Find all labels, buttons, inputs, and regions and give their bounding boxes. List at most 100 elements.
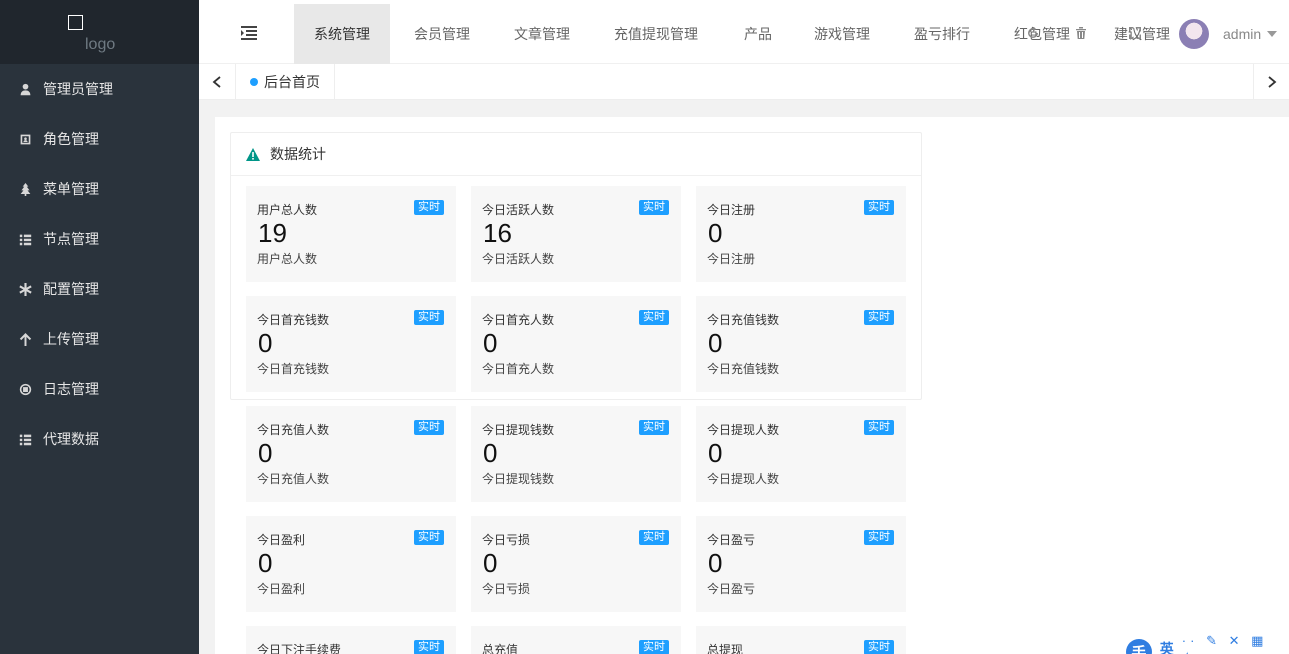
sidebar-item-label: 配置管理 bbox=[43, 281, 99, 297]
bug-icon bbox=[18, 383, 32, 396]
sidebar-item-label: 节点管理 bbox=[43, 231, 99, 247]
stat-card: 今日充值钱数 实时 0 今日充值钱数 bbox=[696, 296, 906, 392]
tab-home-label: 后台首页 bbox=[264, 74, 320, 90]
panel-title: 数据统计 bbox=[270, 146, 326, 162]
realtime-badge: 实时 bbox=[639, 310, 669, 325]
sidebar-item-label: 日志管理 bbox=[43, 381, 99, 397]
card-value: 0 bbox=[708, 218, 723, 248]
tab-scroll-right-button[interactable] bbox=[1253, 64, 1289, 100]
card-title: 今日盈利 bbox=[257, 533, 306, 547]
tab-home[interactable]: 后台首页 bbox=[236, 64, 335, 100]
stat-card: 今日提现人数 实时 0 今日提现人数 bbox=[696, 406, 906, 502]
stat-card: 今日充值人数 实时 0 今日充值人数 bbox=[246, 406, 456, 502]
card-subtitle: 今日提现人数 bbox=[707, 472, 780, 486]
card-value: 0 bbox=[483, 438, 498, 468]
trash-icon[interactable] bbox=[1075, 26, 1087, 39]
top-header: 系统管理 会员管理 文章管理 充值提现管理 产品 游戏管理 盈亏排行 红包管理 … bbox=[199, 0, 1289, 64]
refresh-icon[interactable] bbox=[1027, 26, 1039, 38]
card-value: 0 bbox=[258, 548, 273, 578]
logo[interactable]: logo bbox=[0, 0, 199, 64]
card-title: 今日提现人数 bbox=[707, 423, 780, 437]
menu-toggle-icon[interactable] bbox=[241, 26, 257, 40]
nav-system[interactable]: 系统管理 bbox=[294, 4, 390, 64]
card-title: 总充值 bbox=[482, 643, 519, 654]
sidebar-item-admin[interactable]: 管理员管理 bbox=[0, 64, 199, 114]
fullscreen-icon[interactable] bbox=[1129, 26, 1141, 39]
chevron-left-icon bbox=[212, 76, 221, 88]
realtime-badge: 实时 bbox=[864, 420, 894, 435]
id-card-icon bbox=[18, 133, 32, 146]
active-dot-icon bbox=[250, 78, 258, 86]
sidebar-item-role[interactable]: 角色管理 bbox=[0, 114, 199, 164]
tab-bar: 后台首页 bbox=[199, 64, 1289, 100]
nav-article[interactable]: 文章管理 bbox=[494, 4, 590, 64]
logo-text: logo bbox=[85, 36, 116, 53]
card-subtitle: 今日活跃人数 bbox=[482, 252, 555, 266]
card-title: 用户总人数 bbox=[257, 203, 318, 217]
card-value: 0 bbox=[483, 328, 498, 358]
card-value: 0 bbox=[258, 328, 273, 358]
card-title: 今日亏损 bbox=[482, 533, 531, 547]
stat-card: 今日首充人数 实时 0 今日首充人数 bbox=[471, 296, 681, 392]
nav-ranking[interactable]: 盈亏排行 bbox=[894, 4, 990, 64]
stat-card: 今日下注手续费 实时 bbox=[246, 626, 456, 654]
chevron-right-icon bbox=[1267, 76, 1276, 88]
avatar[interactable] bbox=[1179, 19, 1209, 49]
nav-recharge-withdraw[interactable]: 充值提现管理 bbox=[594, 4, 718, 64]
card-title: 今日注册 bbox=[707, 203, 756, 217]
sidebar-item-menu[interactable]: 菜单管理 bbox=[0, 164, 199, 214]
stat-card: 总提现 实时 bbox=[696, 626, 906, 654]
card-value: 19 bbox=[258, 218, 287, 248]
realtime-badge: 实时 bbox=[639, 420, 669, 435]
tab-scroll-left-button[interactable] bbox=[199, 64, 236, 100]
realtime-badge: 实时 bbox=[414, 640, 444, 654]
card-subtitle: 今日首充人数 bbox=[482, 362, 555, 376]
card-subtitle: 今日亏损 bbox=[482, 582, 531, 596]
nav-suggestion[interactable]: 建议管理 bbox=[1094, 4, 1190, 64]
sidebar-item-config[interactable]: 配置管理 bbox=[0, 264, 199, 314]
sidebar-item-label: 角色管理 bbox=[43, 131, 99, 147]
realtime-badge: 实时 bbox=[864, 530, 894, 545]
card-title: 今日提现钱数 bbox=[482, 423, 555, 437]
user-name[interactable]: admin bbox=[1223, 26, 1261, 42]
nav-game[interactable]: 游戏管理 bbox=[794, 4, 890, 64]
caret-down-icon[interactable] bbox=[1267, 31, 1277, 37]
card-subtitle: 今日首充钱数 bbox=[257, 362, 330, 376]
realtime-badge: 实时 bbox=[864, 200, 894, 215]
realtime-badge: 实时 bbox=[864, 310, 894, 325]
list-icon bbox=[18, 433, 32, 446]
panel-header: 数据统计 bbox=[231, 133, 921, 176]
sidebar-item-log[interactable]: 日志管理 bbox=[0, 364, 199, 414]
sidebar-item-upload[interactable]: 上传管理 bbox=[0, 314, 199, 364]
card-subtitle: 今日盈利 bbox=[257, 582, 306, 596]
sidebar-item-label: 菜单管理 bbox=[43, 181, 99, 197]
card-subtitle: 用户总人数 bbox=[257, 252, 318, 266]
sidebar-item-node[interactable]: 节点管理 bbox=[0, 214, 199, 264]
card-title: 总提现 bbox=[707, 643, 744, 654]
stat-card: 今日提现钱数 实时 0 今日提现钱数 bbox=[471, 406, 681, 502]
card-title: 今日活跃人数 bbox=[482, 203, 555, 217]
card-subtitle: 今日充值钱数 bbox=[707, 362, 780, 376]
nav-product[interactable]: 产品 bbox=[724, 4, 792, 64]
stat-card: 总充值 实时 bbox=[471, 626, 681, 654]
ime-language-toggle[interactable]: 英 bbox=[1160, 639, 1174, 654]
ime-logo-icon[interactable]: 手 bbox=[1126, 639, 1152, 654]
ime-tools[interactable]: ·· ✎ ✕ ▦ ✦ bbox=[1182, 633, 1289, 654]
realtime-badge: 实时 bbox=[639, 530, 669, 545]
nav-member[interactable]: 会员管理 bbox=[394, 4, 490, 64]
stat-card: 用户总人数 实时 19 用户总人数 bbox=[246, 186, 456, 282]
card-value: 0 bbox=[708, 328, 723, 358]
realtime-badge: 实时 bbox=[414, 200, 444, 215]
card-value: 0 bbox=[708, 438, 723, 468]
ime-toolbar[interactable]: 手 英 ·· ✎ ✕ ▦ ✦ bbox=[1126, 633, 1289, 654]
sidebar-item-agent[interactable]: 代理数据 bbox=[0, 414, 199, 464]
realtime-badge: 实时 bbox=[639, 200, 669, 215]
warning-icon bbox=[246, 147, 260, 161]
arrow-up-icon bbox=[18, 332, 32, 346]
sidebar-item-label: 代理数据 bbox=[43, 431, 99, 447]
stat-card: 今日注册 实时 0 今日注册 bbox=[696, 186, 906, 282]
stat-card: 今日首充钱数 实时 0 今日首充钱数 bbox=[246, 296, 456, 392]
card-subtitle: 今日盈亏 bbox=[707, 582, 756, 596]
realtime-badge: 实时 bbox=[414, 530, 444, 545]
stat-card: 今日亏损 实时 0 今日亏损 bbox=[471, 516, 681, 612]
